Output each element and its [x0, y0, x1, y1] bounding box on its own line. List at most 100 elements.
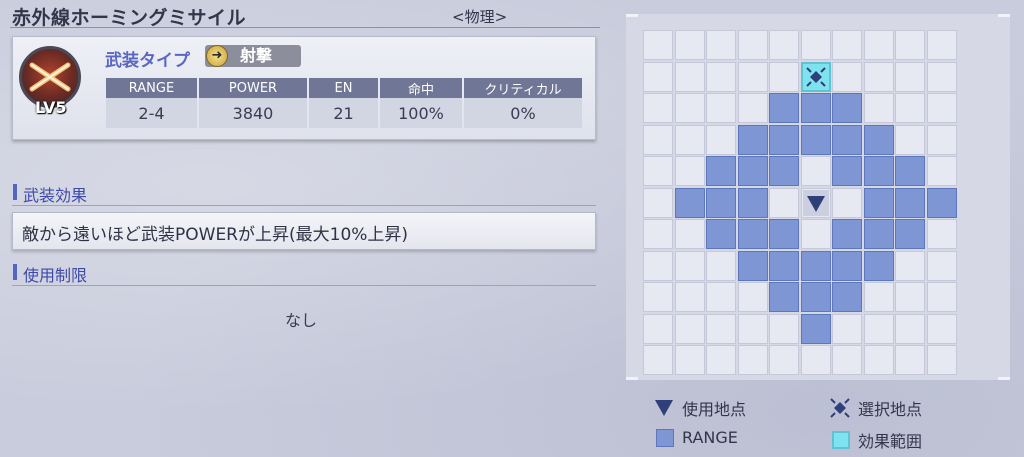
legend-effect-area: 効果範囲 [832, 428, 922, 452]
grid-cell [895, 30, 925, 60]
range-cell [926, 187, 957, 218]
range-cell [800, 282, 831, 312]
weapon-name: 赤外線ホーミングミサイル [12, 7, 247, 29]
range-cell [832, 93, 862, 123]
use-point-cell [800, 187, 831, 218]
range-cell [706, 156, 736, 186]
stat-value-row: 2-4 3840 21 100% 0% [106, 98, 582, 128]
title-divider [10, 27, 600, 28]
grid-cell [769, 30, 799, 60]
grid-cell [800, 219, 831, 249]
restriction-section-title: 使用制限 [23, 266, 88, 285]
legend-range: RANGE [656, 428, 738, 447]
use-point-icon [802, 189, 829, 216]
grid-cell [674, 93, 705, 123]
effect-section-title: 武装効果 [23, 186, 88, 205]
range-cell [800, 250, 831, 281]
grid-cell [643, 61, 673, 92]
grid-cell [674, 156, 705, 186]
grid-cell [737, 61, 768, 92]
restriction-section-divider [12, 285, 596, 286]
grid-cell [737, 30, 768, 60]
grid-cell [863, 282, 894, 312]
stat-table: RANGE POWER EN 命中 クリティカル 2-4 3840 21 100… [104, 78, 584, 128]
range-cell [895, 156, 925, 186]
range-swatch-icon [656, 428, 674, 447]
grid-cell [926, 282, 957, 312]
range-cell [737, 124, 768, 155]
stat-value-en: 21 [309, 98, 378, 128]
grid-cell [643, 156, 673, 186]
grid-cell [706, 282, 736, 312]
range-cell [769, 124, 799, 155]
range-cell [863, 219, 894, 249]
grid-cell [926, 345, 957, 375]
legend-select-point: 選択地点 [830, 396, 922, 420]
range-cell [863, 124, 894, 155]
legend-range-label: RANGE [682, 428, 738, 447]
select-point-marker-icon [830, 398, 850, 418]
grid-cell [643, 124, 673, 155]
grid-cell [706, 313, 736, 344]
stat-header-range: RANGE [106, 78, 197, 98]
stat-header-critical: クリティカル [464, 78, 582, 98]
weapon-category: <物理> [452, 8, 508, 26]
grid-cell [737, 313, 768, 344]
grid-cell [737, 345, 768, 375]
panel-corner [998, 377, 1010, 380]
grid-cell [769, 61, 799, 92]
stat-value-range: 2-4 [106, 98, 197, 128]
grid-cell [863, 30, 894, 60]
grid-cell [926, 124, 957, 155]
grid-cell [674, 61, 705, 92]
grid-cell [832, 345, 862, 375]
grid-cell [926, 93, 957, 123]
grid-cell [895, 250, 925, 281]
range-cell [832, 124, 862, 155]
restriction-text: なし [285, 311, 318, 330]
grid-cell [895, 345, 925, 375]
grid-cell [926, 313, 957, 344]
range-cell [737, 156, 768, 186]
grid-cell [863, 61, 894, 92]
grid-cell [674, 30, 705, 60]
grid-cell [643, 219, 673, 249]
grid-cell [895, 61, 925, 92]
grid-cell [643, 250, 673, 281]
range-cell [832, 282, 862, 312]
grid-cell [895, 282, 925, 312]
range-cell [769, 93, 799, 123]
range-cell [674, 187, 705, 218]
grid-cell [800, 156, 831, 186]
stat-value-critical: 0% [464, 98, 582, 128]
grid-cell [706, 93, 736, 123]
range-cell [706, 187, 736, 218]
grid-cell [895, 93, 925, 123]
stat-header-row: RANGE POWER EN 命中 クリティカル [106, 78, 582, 98]
stat-header-power: POWER [199, 78, 307, 98]
grid-cell [674, 219, 705, 249]
grid-cell [832, 313, 862, 344]
level-badge: LV5 [35, 98, 67, 117]
grid-cell [706, 250, 736, 281]
panel-corner [626, 377, 638, 380]
stat-value-accuracy: 100% [380, 98, 462, 128]
range-cell [800, 124, 831, 155]
use-point-marker-icon [655, 400, 673, 416]
grid-cell [674, 282, 705, 312]
range-cell [832, 219, 862, 249]
grid-cell [926, 61, 957, 92]
grid-cell [643, 345, 673, 375]
weapon-type-value: 射撃 [240, 46, 273, 65]
panel-corner [626, 14, 638, 17]
grid-cell [706, 61, 736, 92]
grid-cell [643, 313, 673, 344]
range-cell [769, 250, 799, 281]
panel-corner [998, 14, 1010, 17]
grid-cell [926, 156, 957, 186]
grid-cell [706, 124, 736, 155]
range-cell [769, 156, 799, 186]
effect-area-swatch-icon [832, 431, 850, 449]
grid-cell [643, 30, 673, 60]
weapon-type-label: 武装タイプ [105, 51, 190, 71]
